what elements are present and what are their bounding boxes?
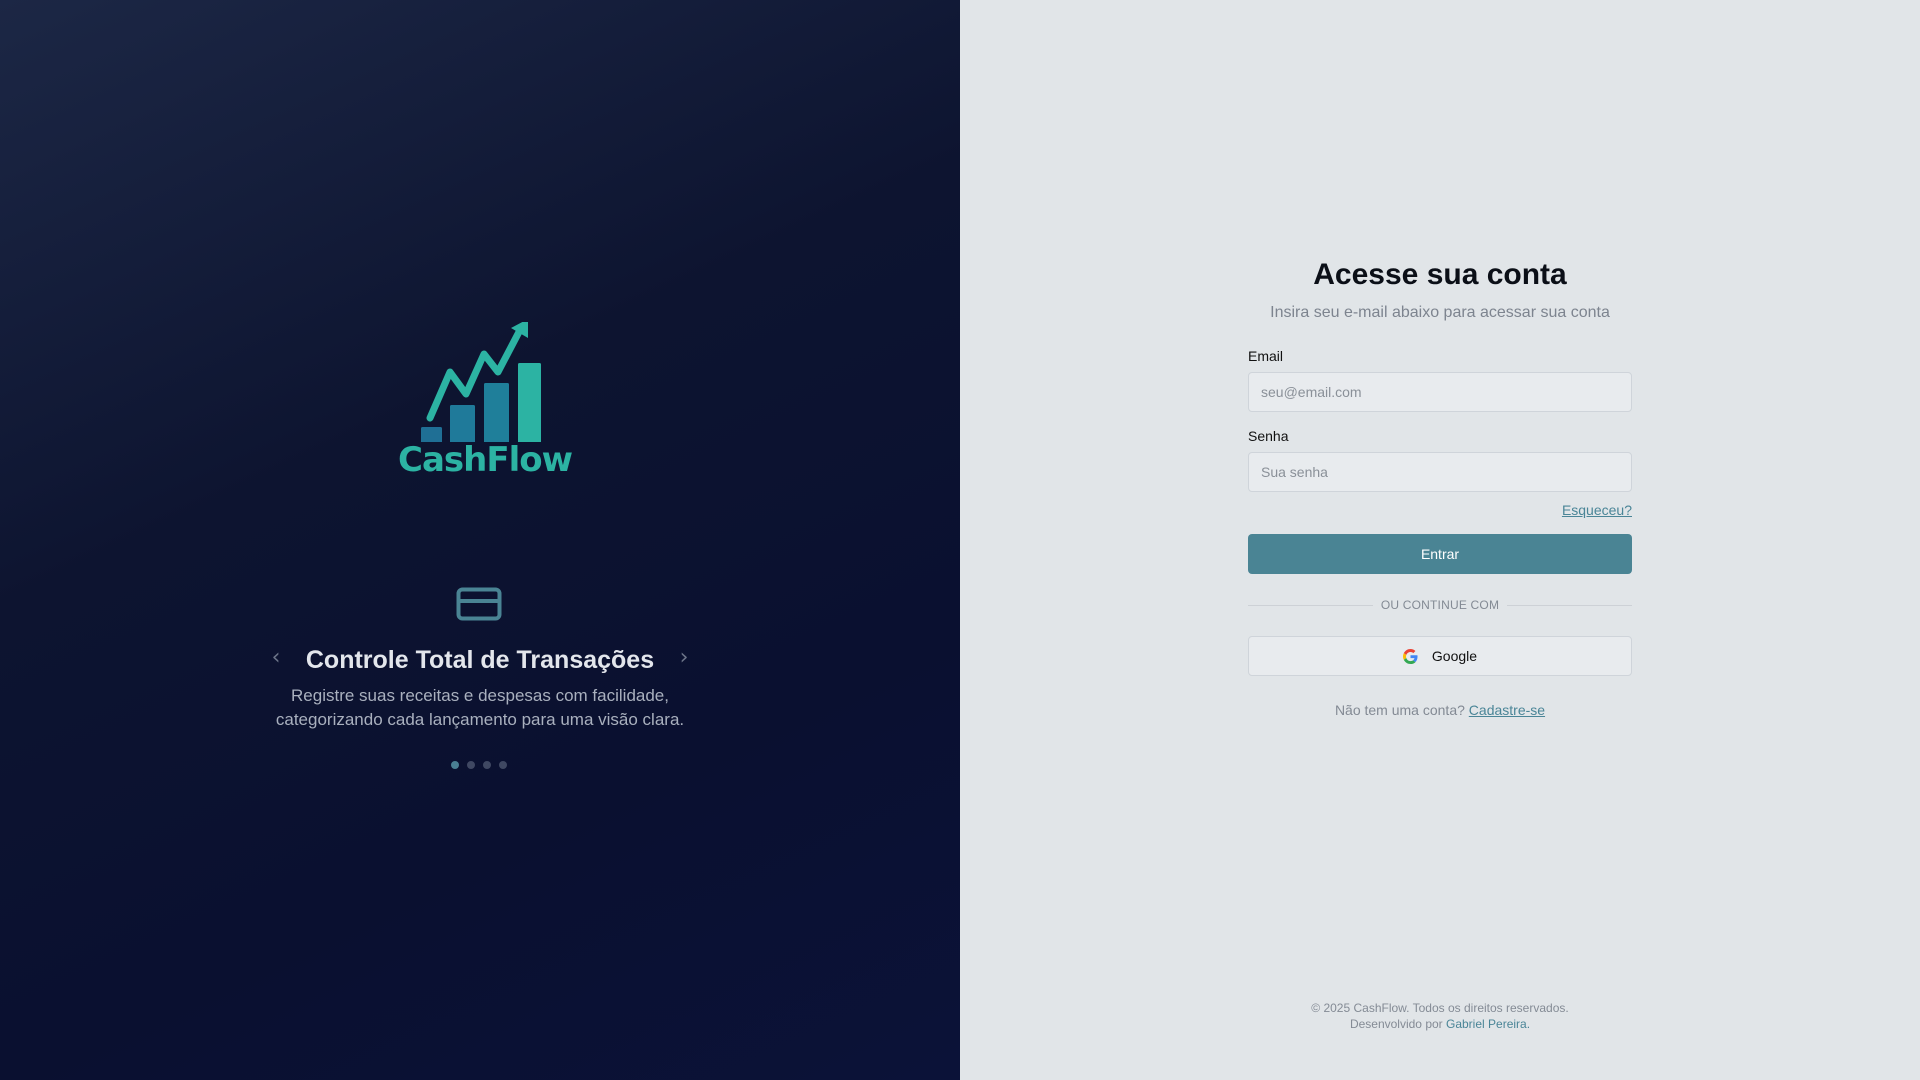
carousel-title: Controle Total de Transações — [305, 646, 655, 674]
divider-line — [1507, 604, 1632, 606]
login-button[interactable]: Entrar — [1248, 534, 1632, 574]
forgot-row: Esqueceu? — [1248, 502, 1632, 518]
carousel-dot[interactable] — [467, 761, 475, 769]
signup-link[interactable]: Cadastre-se — [1469, 702, 1545, 718]
page-title: Acesse sua conta — [1313, 258, 1567, 291]
divider-line — [1248, 604, 1373, 606]
carousel-indicators — [451, 761, 507, 769]
cashflow-logo: CashFlow — [398, 319, 573, 486]
forgot-password-link[interactable]: Esqueceu? — [1562, 502, 1632, 518]
password-input[interactable] — [1248, 452, 1632, 492]
email-label: Email — [1248, 348, 1284, 364]
signup-prompt: Não tem uma conta? — [1334, 702, 1465, 718]
carousel-next-button[interactable]: › — [674, 645, 694, 670]
google-login-button[interactable]: Google — [1248, 636, 1632, 676]
footer: © 2025 CashFlow. Todos os direitos reser… — [960, 1000, 1920, 1032]
login-form: Acesse sua conta Insira seu e-mail abaix… — [1248, 258, 1632, 718]
brand-name: CashFlow — [398, 440, 573, 480]
developed-by-label: Desenvolvido por — [1349, 1017, 1443, 1031]
carousel-dot[interactable] — [451, 761, 459, 769]
developer-link[interactable]: Gabriel Pereira. — [1446, 1017, 1530, 1031]
google-label: Google — [1431, 648, 1478, 664]
page-subtitle: Insira seu e-mail abaixo para acessar su… — [1270, 304, 1610, 321]
email-input[interactable] — [1248, 372, 1632, 412]
credit-card-icon — [456, 587, 502, 621]
copyright: © 2025 CashFlow. Todos os direitos reser… — [1311, 1001, 1569, 1015]
divider: OU CONTINUE COM — [1248, 598, 1632, 612]
carousel-dot[interactable] — [483, 761, 491, 769]
google-icon — [1402, 648, 1418, 664]
signup-row: Não tem uma conta? Cadastre-se — [1248, 702, 1632, 718]
hero-panel: CashFlow ‹ Controle Total de Transações … — [0, 0, 960, 1080]
divider-label: OU CONTINUE COM — [1380, 598, 1500, 612]
bar-chart-growth-icon — [421, 319, 541, 445]
login-panel: Acesse sua conta Insira seu e-mail abaix… — [960, 0, 1920, 1080]
password-label: Senha — [1248, 428, 1289, 444]
developer-credit: Desenvolvido por Gabriel Pereira. — [960, 1016, 1920, 1032]
carousel-description: Registre suas receitas e despesas com fa… — [275, 686, 685, 729]
carousel-dot[interactable] — [499, 761, 507, 769]
